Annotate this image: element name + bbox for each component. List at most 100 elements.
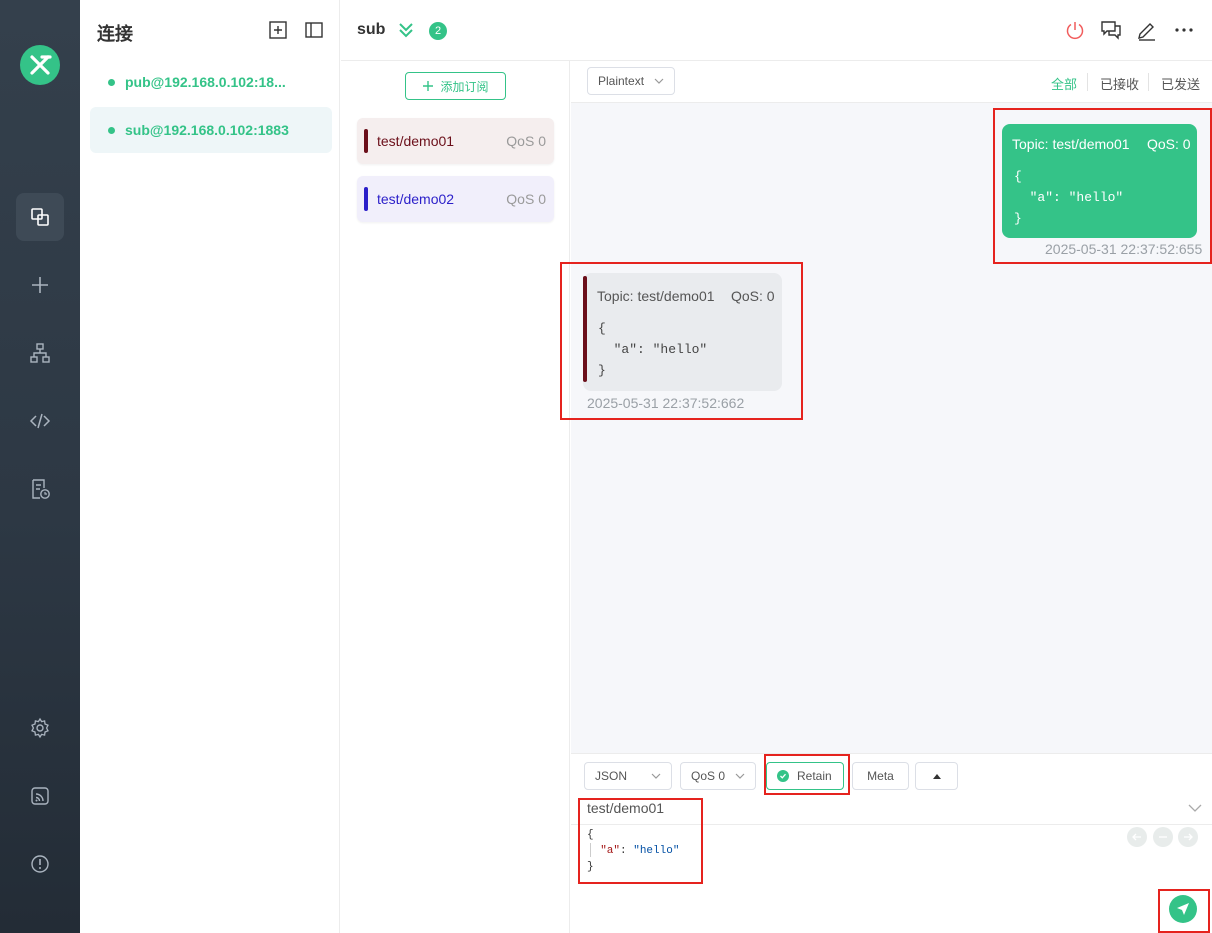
- double-chevron-down-icon[interactable]: [397, 21, 415, 39]
- plus-icon: [32, 277, 48, 293]
- message-list: Plaintext 全部 已接收 已发送 Topic: test/demo01 …: [560, 61, 1212, 753]
- edit-icon[interactable]: [1136, 19, 1158, 41]
- nav-script-button[interactable]: [16, 397, 64, 445]
- received-message-bubble[interactable]: Topic: test/demo01 QoS: 0 { "a": "hello"…: [583, 273, 782, 391]
- topology-icon: [30, 343, 50, 363]
- message-composer: JSON QoS 0 Retain Meta test/demo01 {"a"…: [571, 753, 1212, 933]
- rss-icon: [31, 787, 49, 805]
- nav-about-button[interactable]: [16, 840, 64, 888]
- filter-sent-tab[interactable]: 已发送: [1161, 74, 1200, 93]
- minus-icon: [1159, 836, 1167, 838]
- message-count-badge: 2: [429, 22, 447, 40]
- meta-label: Meta: [867, 769, 894, 783]
- more-icon[interactable]: [1173, 19, 1195, 41]
- filter-received-tab[interactable]: 已接收: [1100, 74, 1139, 93]
- message-qos: QoS: 0: [731, 288, 775, 304]
- message-payload: { "a": "hello" }: [598, 321, 708, 378]
- nav-rail: [0, 0, 80, 933]
- mqttx-app: 连接 pub@192.168.0.102:18... sub@192.168.0…: [0, 0, 1212, 933]
- subscriptions-panel: 添加订阅 test/demo01 QoS 0 test/demo02 QoS 0: [341, 61, 570, 933]
- received-message-time: 2025-05-31 22:37:52:662: [587, 395, 745, 411]
- nav-subscribe-feed-button[interactable]: [16, 772, 64, 820]
- payload-type-value: JSON: [595, 769, 628, 783]
- message-qos: QoS: 0: [1147, 136, 1191, 152]
- payload-brace-open: {: [587, 829, 594, 841]
- subscription-item[interactable]: test/demo02 QoS 0: [357, 176, 554, 222]
- chevron-down-icon[interactable]: [1188, 803, 1202, 813]
- sent-message-time: 2025-05-31 22:37:52:655: [1045, 241, 1203, 257]
- qos-select[interactable]: QoS 0: [680, 762, 756, 790]
- connections-icon: [31, 208, 49, 226]
- subscription-color-bar: [364, 129, 368, 153]
- topic-input[interactable]: test/demo01: [587, 800, 664, 816]
- sent-message-bubble[interactable]: Topic: test/demo01 QoS: 0 { "a": "hello"…: [1002, 124, 1197, 238]
- payload-editor[interactable]: { "a": "hello" }: [587, 827, 679, 875]
- log-icon: [32, 479, 50, 499]
- connection-item-sub[interactable]: sub@192.168.0.102:1883: [90, 107, 332, 153]
- payload-key: "a": [600, 845, 621, 857]
- connection-title: sub: [357, 21, 386, 38]
- payload-format-select[interactable]: Plaintext: [587, 67, 675, 95]
- logo-mark-icon: [30, 55, 52, 75]
- subscription-qos: QoS 0: [506, 191, 546, 207]
- new-window-icon[interactable]: [268, 20, 288, 40]
- subscription-color-bar: [364, 187, 368, 211]
- add-subscription-label: 添加订阅: [440, 79, 489, 94]
- connection-header: sub 2: [341, 0, 1212, 61]
- check-icon: [777, 770, 789, 782]
- subscription-item[interactable]: test/demo01 QoS 0: [357, 118, 554, 164]
- expand-toggle-button[interactable]: [915, 762, 958, 790]
- gear-icon: [31, 717, 49, 739]
- connection-item-pub[interactable]: pub@192.168.0.102:18...: [90, 59, 332, 105]
- chat-icon[interactable]: [1100, 19, 1122, 41]
- send-icon: [1177, 903, 1189, 915]
- connections-title: 连接: [97, 24, 133, 44]
- code-icon: [29, 413, 51, 429]
- meta-button[interactable]: Meta: [852, 762, 909, 790]
- arrow-right-icon: [1184, 833, 1193, 841]
- toggle-sidebar-icon[interactable]: [304, 20, 324, 40]
- payload-brace-close: }: [587, 861, 594, 873]
- indent-guide: [590, 843, 591, 857]
- send-button[interactable]: [1169, 895, 1197, 923]
- caret-up-icon: [932, 774, 941, 779]
- message-payload: { "a": "hello" }: [1014, 169, 1124, 226]
- retain-toggle[interactable]: Retain: [766, 762, 844, 790]
- payload-colon: :: [620, 845, 634, 857]
- message-topic: Topic: test/demo01: [1012, 136, 1130, 152]
- filter-divider: [1148, 73, 1149, 91]
- history-next-button[interactable]: [1178, 827, 1198, 847]
- qos-value: QoS 0: [691, 769, 726, 783]
- payload-value: "hello": [633, 845, 680, 857]
- nav-topology-button[interactable]: [16, 329, 64, 377]
- chevron-down-icon: [735, 773, 745, 779]
- chevron-down-icon: [654, 78, 664, 84]
- chevron-down-icon: [651, 773, 661, 779]
- message-toolbar: Plaintext 全部 已接收 已发送: [571, 61, 1212, 103]
- nav-log-button[interactable]: [16, 465, 64, 513]
- info-icon: [31, 855, 49, 873]
- filter-all-tab[interactable]: 全部: [1051, 74, 1077, 93]
- subscription-topic: test/demo02: [377, 191, 455, 207]
- message-topic: Topic: test/demo01: [597, 288, 715, 304]
- subscription-qos: QoS 0: [506, 133, 546, 149]
- plus-icon: [423, 81, 434, 91]
- filter-divider: [1087, 73, 1088, 91]
- connection-name: sub@192.168.0.102:1883: [125, 122, 289, 138]
- nav-connections-button[interactable]: [16, 193, 64, 241]
- payload-format-value: Plaintext: [598, 74, 645, 88]
- payload-type-select[interactable]: JSON: [584, 762, 672, 790]
- power-icon[interactable]: [1064, 19, 1086, 41]
- history-clear-button[interactable]: [1153, 827, 1173, 847]
- retain-label: Retain: [797, 769, 832, 783]
- history-prev-button[interactable]: [1127, 827, 1147, 847]
- nav-new-connection-button[interactable]: [16, 261, 64, 309]
- connection-name: pub@192.168.0.102:18...: [125, 74, 286, 90]
- subscription-topic: test/demo01: [377, 133, 455, 149]
- nav-settings-button[interactable]: [16, 704, 64, 752]
- arrow-left-icon: [1132, 833, 1141, 841]
- add-subscription-button[interactable]: 添加订阅: [405, 72, 506, 100]
- composer-divider: [571, 824, 1212, 825]
- app-logo: [20, 45, 60, 85]
- connected-status-dot: [108, 78, 115, 86]
